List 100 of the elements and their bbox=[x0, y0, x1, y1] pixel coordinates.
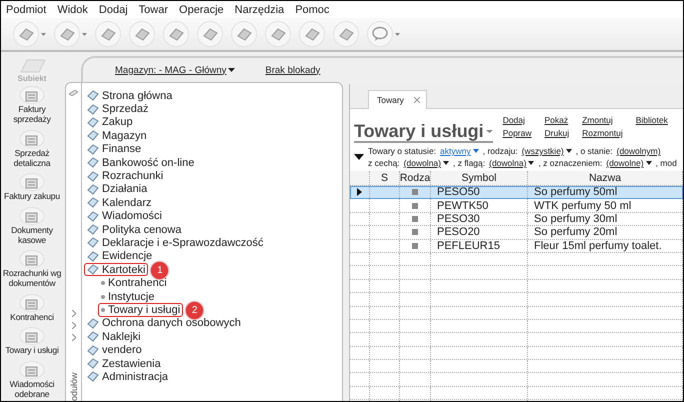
filter-dropdown[interactable]: (dowolnym) bbox=[616, 146, 661, 156]
table-row[interactable]: PEFLEUR15 Fleur 15ml perfumy toalet. bbox=[350, 240, 683, 253]
menu-item[interactable]: Narzędzia bbox=[234, 2, 286, 16]
warehouse-dropdown[interactable]: Magazyn: - MAG - Główny bbox=[115, 64, 236, 76]
bullet-icon bbox=[101, 294, 105, 299]
filter-toggle-icon[interactable] bbox=[354, 154, 364, 160]
table-row[interactable]: PESO50 So perfumy 50ml bbox=[350, 186, 683, 200]
caret-icon bbox=[566, 149, 572, 153]
card-icon bbox=[87, 90, 99, 102]
speech-bubble-icon bbox=[367, 21, 393, 47]
tree-item[interactable]: Bankowość on-line bbox=[84, 156, 198, 170]
toolbar-menu-button[interactable] bbox=[367, 21, 400, 47]
sidebar-item[interactable]: Rozrachunki wg dokumentów bbox=[1, 250, 63, 288]
table-cell: Fleur 15ml perfumy toalet. bbox=[534, 240, 662, 252]
sidebar-item[interactable]: Sprzedaż detaliczna bbox=[1, 130, 63, 168]
document-stack-icon bbox=[19, 327, 45, 346]
table-row[interactable]: PEWTK50 WTK perfumy 50 ml bbox=[350, 199, 683, 213]
column-header[interactable]: Nazwa bbox=[528, 171, 683, 185]
lock-status-link[interactable]: Brak blokady bbox=[265, 64, 320, 76]
filter-label: z cechą: bbox=[368, 158, 400, 168]
action-link[interactable]: Rozmontuj bbox=[582, 128, 623, 138]
page-title[interactable]: Towary i usługi bbox=[354, 121, 493, 143]
tree-item[interactable]: Wiadomości bbox=[84, 210, 165, 223]
filter-dropdown[interactable]: (dowolna) bbox=[489, 158, 534, 168]
menu-item[interactable]: Towar bbox=[138, 2, 170, 16]
square-icon bbox=[412, 202, 418, 209]
filter-dropdown[interactable]: (dowolne) bbox=[606, 158, 652, 168]
action-link[interactable]: Bibliotek bbox=[636, 115, 668, 125]
caret-icon bbox=[395, 32, 400, 36]
tab[interactable]: Towary bbox=[368, 90, 427, 109]
toolbar-menu-button[interactable] bbox=[54, 21, 87, 47]
tree-item[interactable]: Zestawienia bbox=[84, 356, 164, 370]
filter-label: , o stanie: bbox=[576, 146, 613, 156]
filter-label: , z flagą: bbox=[452, 158, 486, 168]
column-header[interactable]: Rodza bbox=[400, 171, 431, 185]
sidebar-item[interactable]: Kontrahenci bbox=[1, 294, 63, 322]
tree-item[interactable]: Naklejki bbox=[84, 330, 144, 344]
column-header[interactable]: S bbox=[370, 171, 400, 185]
column-header[interactable]: Symbol bbox=[431, 171, 528, 185]
caret-icon bbox=[472, 149, 479, 153]
tree-item[interactable]: Ochrona danych osobowych bbox=[84, 316, 244, 330]
logo-text: Subiekt bbox=[18, 74, 46, 83]
panel-side-label[interactable]: odułów bbox=[68, 347, 78, 401]
menu-item[interactable]: Dodaj bbox=[98, 2, 129, 16]
square-icon bbox=[412, 242, 418, 249]
tree-item[interactable]: Finanse bbox=[84, 142, 144, 156]
row-pointer-icon bbox=[357, 188, 362, 196]
bullet-icon bbox=[101, 281, 105, 286]
tree-item[interactable]: Kalendarz bbox=[84, 196, 155, 210]
tree-item[interactable]: Magazyn bbox=[84, 129, 150, 143]
action-link[interactable]: Zmontuj bbox=[582, 115, 623, 125]
tree-item[interactable]: Działania bbox=[84, 182, 150, 196]
sidebar-item[interactable]: Faktury zakupu bbox=[1, 173, 63, 202]
table-cell: PESO50 bbox=[437, 186, 480, 198]
card-icon bbox=[87, 250, 99, 262]
table-cell: So perfumy 20ml bbox=[534, 226, 618, 238]
sidebar-item[interactable]: Dokumenty kasowe bbox=[1, 206, 63, 245]
menu-item[interactable]: Podmiot bbox=[5, 2, 48, 16]
square-icon bbox=[412, 189, 418, 196]
card-icon bbox=[87, 104, 99, 115]
tree-item[interactable]: Polityka cenowa bbox=[84, 222, 184, 236]
table-row[interactable]: PESO30 So perfumy 30ml bbox=[350, 212, 683, 226]
menu-item[interactable]: Widok bbox=[56, 2, 89, 16]
tree-item[interactable]: Sprzedaż bbox=[84, 102, 152, 116]
caret-icon bbox=[486, 130, 493, 132]
menu-item[interactable]: Pomoc bbox=[294, 2, 330, 16]
card-icon bbox=[87, 318, 99, 329]
filter-dropdown[interactable]: (wszystkie) bbox=[522, 146, 572, 156]
tree-item[interactable]: Ewidencje bbox=[84, 250, 156, 264]
close-icon[interactable] bbox=[414, 97, 420, 103]
card-icon bbox=[87, 371, 99, 382]
caret-icon bbox=[82, 32, 87, 36]
tree-item[interactable]: Instytucje bbox=[98, 290, 158, 304]
table-cell: So perfumy 50ml bbox=[534, 186, 618, 198]
card-icon bbox=[87, 264, 99, 276]
action-link[interactable]: Pokaż bbox=[544, 115, 570, 125]
card-icon bbox=[87, 210, 99, 222]
toolbar-menu-button[interactable] bbox=[13, 21, 46, 47]
action-link[interactable]: Dodaj bbox=[502, 115, 532, 125]
tree-item[interactable]: vendero bbox=[84, 343, 145, 357]
tree-item[interactable]: Strona główna bbox=[84, 89, 176, 102]
card-icon bbox=[87, 116, 99, 128]
action-link[interactable]: Drukuj bbox=[544, 128, 570, 138]
tree-item[interactable]: Administracja bbox=[84, 370, 172, 384]
menu-item[interactable]: Operacje bbox=[178, 2, 225, 16]
filter-dropdown[interactable]: (dowolna) bbox=[404, 158, 449, 168]
action-link[interactable]: Popraw bbox=[502, 128, 532, 138]
tree-item[interactable]: Zakup bbox=[84, 116, 136, 130]
square-icon bbox=[412, 216, 418, 222]
sidebar-item[interactable]: Towary i usługi bbox=[1, 327, 63, 356]
callout-badge: 1 bbox=[151, 262, 168, 280]
sidebar-item[interactable]: Faktury sprzedaży bbox=[1, 86, 63, 124]
card-icon bbox=[87, 237, 99, 248]
card-icon bbox=[87, 170, 99, 182]
tree-item[interactable]: Deklaracje i e-Sprawozdawczość bbox=[84, 236, 266, 250]
sidebar-item[interactable]: Wiadomości odebrane bbox=[1, 360, 63, 399]
card-icon bbox=[87, 358, 99, 369]
table-row[interactable]: PESO20 So perfumy 20ml bbox=[350, 226, 683, 240]
filter-dropdown[interactable]: aktywny bbox=[440, 146, 479, 156]
tree-item[interactable]: Rozrachunki bbox=[84, 169, 166, 183]
